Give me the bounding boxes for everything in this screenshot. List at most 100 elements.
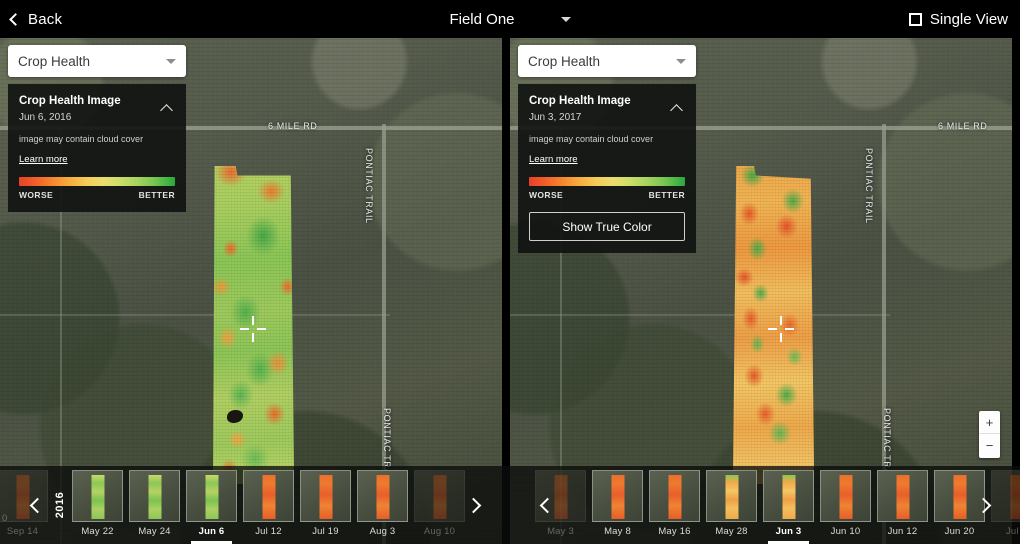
timeline-next-button-right[interactable]	[968, 466, 998, 544]
timeline-thumbnail	[706, 470, 757, 522]
single-view-label: Single View	[929, 10, 1008, 28]
timeline-thumbnail-field	[205, 475, 218, 519]
learn-more-link-left[interactable]: Learn more	[19, 154, 68, 165]
timeline-item[interactable]: Jul 12	[240, 466, 297, 544]
timeline-thumbnail-field	[896, 475, 909, 519]
timeline-thumbnail-field	[668, 475, 681, 519]
chevron-up-icon[interactable]	[159, 100, 175, 116]
timeline-item[interactable]: May 16	[646, 466, 703, 544]
timeline-thumbnail-field	[91, 475, 104, 519]
zoom-in-button[interactable]: +	[979, 411, 1000, 434]
timeline-item[interactable]: May 8	[589, 466, 646, 544]
timeline-prev-button-left[interactable]	[22, 466, 52, 544]
cloud-cover-note-right: image may contain cloud cover	[529, 134, 654, 144]
legend-worse-label-left: WORSE	[19, 190, 54, 200]
timeline-thumbnail	[763, 470, 814, 522]
back-button[interactable]: Back	[9, 10, 63, 28]
timeline-thumbnail	[300, 470, 351, 522]
field-center-crosshair-left	[240, 316, 266, 342]
timeline-thumbnail-field	[725, 475, 738, 519]
chevron-up-icon[interactable]	[669, 100, 685, 116]
timeline-thumbnail	[72, 470, 123, 522]
checkbox-icon[interactable]	[908, 12, 922, 26]
layer-select-value-left: Crop Health	[18, 53, 91, 69]
timeline-item-label: Aug 10	[423, 526, 456, 537]
info-card-header-left: Crop Health Image Jun 6, 2016	[19, 94, 175, 124]
timeline-thumbnail-field	[953, 475, 966, 519]
timeline-thumbnail-field	[782, 475, 795, 519]
timeline-item[interactable]: Jul 19	[297, 466, 354, 544]
crop-health-info-card-left: Crop Health Image Jun 6, 2016 image may …	[8, 84, 186, 212]
info-card-title-left: Crop Health Image	[19, 95, 121, 107]
timeline-track-left: Sep 14 2016 May 22 May 24 Jun 6 Jul 12 Jul 19 A…	[0, 466, 468, 544]
single-view-toggle[interactable]: Single View	[908, 0, 1008, 38]
timeline-item[interactable]: Jun 3	[760, 466, 817, 544]
caret-down-icon[interactable]	[560, 16, 571, 22]
field-center-crosshair-right	[768, 316, 794, 342]
timeline-thumbnail	[186, 470, 237, 522]
chevron-right-icon	[975, 497, 991, 513]
timeline-item[interactable]: Jun 6	[183, 466, 240, 544]
timeline-item-label: Aug 3	[369, 526, 396, 537]
road-secondary-h-left	[0, 314, 390, 316]
timeline-item[interactable]: Aug 3	[354, 466, 411, 544]
timeline-prev-button-right[interactable]	[532, 466, 562, 544]
learn-more-link-right[interactable]: Learn more	[529, 154, 578, 165]
timeline-thumbnail	[649, 470, 700, 522]
timeline-thumbnail	[877, 470, 928, 522]
show-true-color-button[interactable]: Show True Color	[529, 212, 685, 241]
timeline-item[interactable]: Jun 10	[817, 466, 874, 544]
chevron-left-icon	[539, 497, 555, 513]
timeline-thumbnail-field	[1010, 475, 1020, 519]
timeline-item-label: Jun 3	[775, 526, 802, 537]
timeline-item[interactable]: May 28	[703, 466, 760, 544]
timeline-right[interactable]: May 3 May 8 May 16 May 28 Jun 3 Jun 10 Jun 12 J…	[510, 466, 1020, 544]
back-button-label: Back	[28, 10, 63, 28]
layer-select-right[interactable]: Crop Health	[518, 45, 696, 77]
zoom-out-button[interactable]: −	[979, 434, 1000, 457]
timeline-thumbnail-field	[262, 475, 275, 519]
timeline-item-label: May 24	[138, 526, 171, 537]
timeline-left[interactable]: Sep 14 2016 May 22 May 24 Jun 6 Jul 12 Jul 19 A…	[0, 466, 510, 544]
info-card-date-right: Jun 3, 2017	[529, 112, 582, 123]
timeline-thumbnail-field	[148, 475, 161, 519]
timeline-thumbnail	[820, 470, 871, 522]
crop-health-info-card-right: Crop Health Image Jun 3, 2017 image may …	[518, 84, 696, 253]
chevron-left-icon	[29, 497, 45, 513]
timeline-item[interactable]: May 22	[69, 466, 126, 544]
top-bar: Back Field One Single View	[0, 0, 1020, 38]
timeline-next-button-left[interactable]	[458, 466, 488, 544]
timeline-thumbnail-field	[376, 475, 389, 519]
timeline-year-label: 2016	[54, 491, 67, 519]
field-title-group: Field One	[0, 0, 1020, 38]
timeline-thumbnail	[129, 470, 180, 522]
timeline-item-label: May 22	[81, 526, 114, 537]
health-gradient-legend-right	[529, 177, 685, 186]
cloud-cover-note-left: image may contain cloud cover	[19, 134, 144, 144]
timeline-thumbnail-field	[319, 475, 332, 519]
timeline-item-label: Jun 12	[887, 526, 918, 537]
layer-select-left[interactable]: Crop Health	[8, 45, 186, 77]
timeline-thumbnail	[243, 470, 294, 522]
info-card-header-right: Crop Health Image Jun 3, 2017	[529, 94, 685, 124]
timeline-item-label: Jun 10	[830, 526, 861, 537]
legend-scale-right: WORSE BETTER	[529, 190, 685, 200]
timeline-thumbnail	[592, 470, 643, 522]
crop-health-comparison-view: Back Field One Single View 6 MILE RD PON…	[0, 0, 1020, 544]
timeline-thumbnail-field	[611, 475, 624, 519]
info-card-date-left: Jun 6, 2016	[19, 112, 72, 123]
timeline-item-label: Jun 6	[198, 526, 225, 537]
timeline-year-divider: 2016	[51, 466, 69, 544]
timeline-item-label: Jul 12	[255, 526, 282, 537]
timeline-item-label: Jul 19	[312, 526, 339, 537]
timeline-item-label: May 16	[658, 526, 691, 537]
info-card-titles-right: Crop Health Image Jun 3, 2017	[529, 94, 669, 124]
timeline-item[interactable]: Jun 12	[874, 466, 931, 544]
page-title: Field One	[449, 10, 515, 28]
timeline-thumbnail-field	[839, 475, 852, 519]
legend-better-label-right: BETTER	[648, 190, 685, 200]
zoom-controls-right[interactable]: + −	[979, 411, 1000, 458]
caret-down-icon	[676, 58, 686, 64]
info-card-titles-left: Crop Health Image Jun 6, 2016	[19, 94, 159, 124]
timeline-item[interactable]: May 24	[126, 466, 183, 544]
